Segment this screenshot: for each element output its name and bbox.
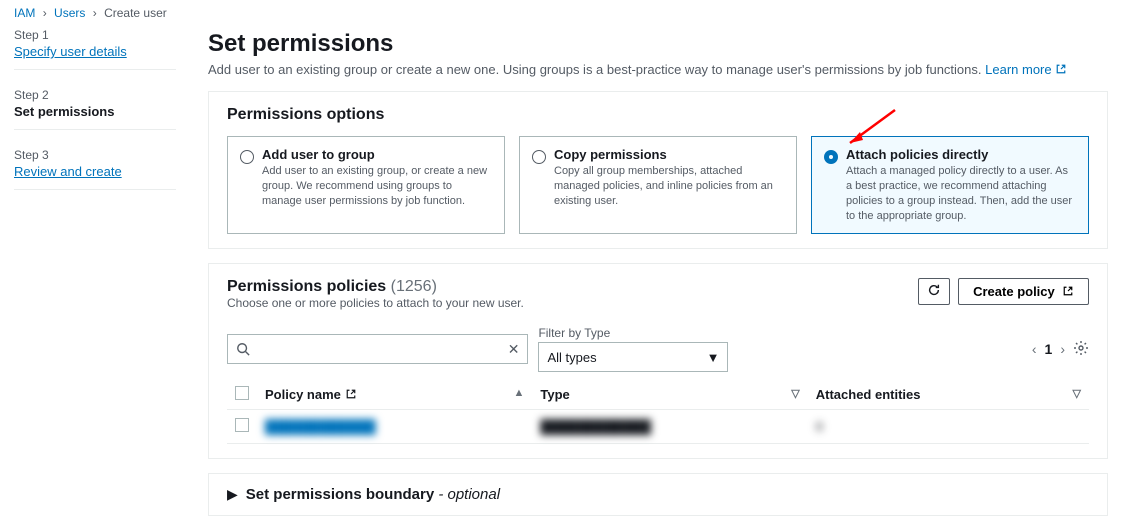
wizard-steps-sidebar: Step 1 Specify user details Step 2 Set p… [0,0,190,516]
policy-name-link[interactable]: ████████████ [265,419,376,434]
option-title: Copy permissions [554,147,784,162]
permissions-boundary-panel[interactable]: ▶ Set permissions boundary - optional [208,473,1108,516]
filter-type-select[interactable]: All types ▼ [538,342,728,372]
option-title: Add user to group [262,147,492,162]
caret-right-icon: ▶ [227,486,238,503]
create-policy-button[interactable]: Create policy [958,278,1089,305]
step-name: Set permissions [14,104,176,119]
step-name[interactable]: Specify user details [14,44,176,59]
permissions-options-heading: Permissions options [227,106,1089,124]
breadcrumb-create-user: Create user [104,6,167,20]
permissions-options-panel: Permissions options Add user to group Ad… [208,91,1108,249]
option-desc: Attach a managed policy directly to a us… [846,164,1076,223]
step-label: Step 1 [14,28,176,42]
pager-prev[interactable]: ‹ [1032,341,1037,357]
policy-search-input[interactable]: ✕ [227,334,528,364]
wizard-step-3[interactable]: Step 3 Review and create [14,148,176,190]
permissions-policies-panel: Permissions policies (1256) Choose one o… [208,263,1108,459]
wizard-step-2: Step 2 Set permissions [14,88,176,130]
pager-next[interactable]: › [1060,341,1065,357]
external-link-icon [345,388,357,400]
wizard-step-1[interactable]: Step 1 Specify user details [14,28,176,70]
option-desc: Add user to an existing group, or create… [262,164,492,209]
step-label: Step 3 [14,148,176,162]
col-policy-name[interactable]: Policy name ▲ [257,380,532,410]
radio-icon [532,150,546,164]
external-link-icon [1055,63,1067,75]
filter-icon: ▽ [791,387,799,400]
filter-type-label: Filter by Type [538,326,728,340]
policy-attached-count: 0 [816,419,823,434]
page-subtitle: Add user to an existing group or create … [208,62,1108,77]
select-all-checkbox[interactable] [235,386,249,400]
refresh-button[interactable] [918,278,950,305]
policies-table: Policy name ▲ Type▽ Attached entities▽ █… [227,380,1089,444]
breadcrumb-users[interactable]: Users [54,6,85,20]
radio-icon [240,150,254,164]
refresh-icon [927,283,941,297]
sort-asc-icon: ▲ [513,387,524,399]
external-link-icon [1062,285,1074,297]
policy-type: ████████████ [540,419,651,434]
policies-desc: Choose one or more policies to attach to… [227,296,524,310]
learn-more-link[interactable]: Learn more [985,62,1067,77]
chevron-right-icon: › [93,6,97,20]
settings-gear-icon[interactable] [1073,340,1089,359]
breadcrumb: IAM › Users › Create user [14,6,167,20]
pagination: ‹ 1 › [1032,340,1089,359]
option-add-user-to-group[interactable]: Add user to group Add user to an existin… [227,136,505,234]
step-label: Step 2 [14,88,176,102]
breadcrumb-iam[interactable]: IAM [14,6,35,20]
col-attached-entities[interactable]: Attached entities▽ [808,380,1089,410]
option-title: Attach policies directly [846,147,1076,162]
search-icon [236,342,250,356]
chevron-right-icon: › [43,6,47,20]
option-attach-policies-directly[interactable]: Attach policies directly Attach a manage… [811,136,1089,234]
search-field[interactable] [250,342,508,357]
table-row[interactable]: ████████████ ████████████ 0 [227,410,1089,444]
permissions-boundary-title: Set permissions boundary - optional [246,486,500,503]
step-name[interactable]: Review and create [14,164,176,179]
option-desc: Copy all group memberships, attached man… [554,164,784,209]
radio-icon [824,150,838,164]
option-copy-permissions[interactable]: Copy permissions Copy all group membersh… [519,136,797,234]
pager-page: 1 [1045,341,1053,357]
permissions-policies-heading: Permissions policies (1256) [227,278,437,295]
caret-down-icon: ▼ [707,350,720,365]
policies-count: (1256) [391,278,437,295]
row-checkbox[interactable] [235,418,249,432]
col-type[interactable]: Type▽ [532,380,807,410]
filter-icon: ▽ [1073,387,1081,400]
clear-icon[interactable]: ✕ [508,341,520,358]
page-title: Set permissions [208,30,1108,58]
